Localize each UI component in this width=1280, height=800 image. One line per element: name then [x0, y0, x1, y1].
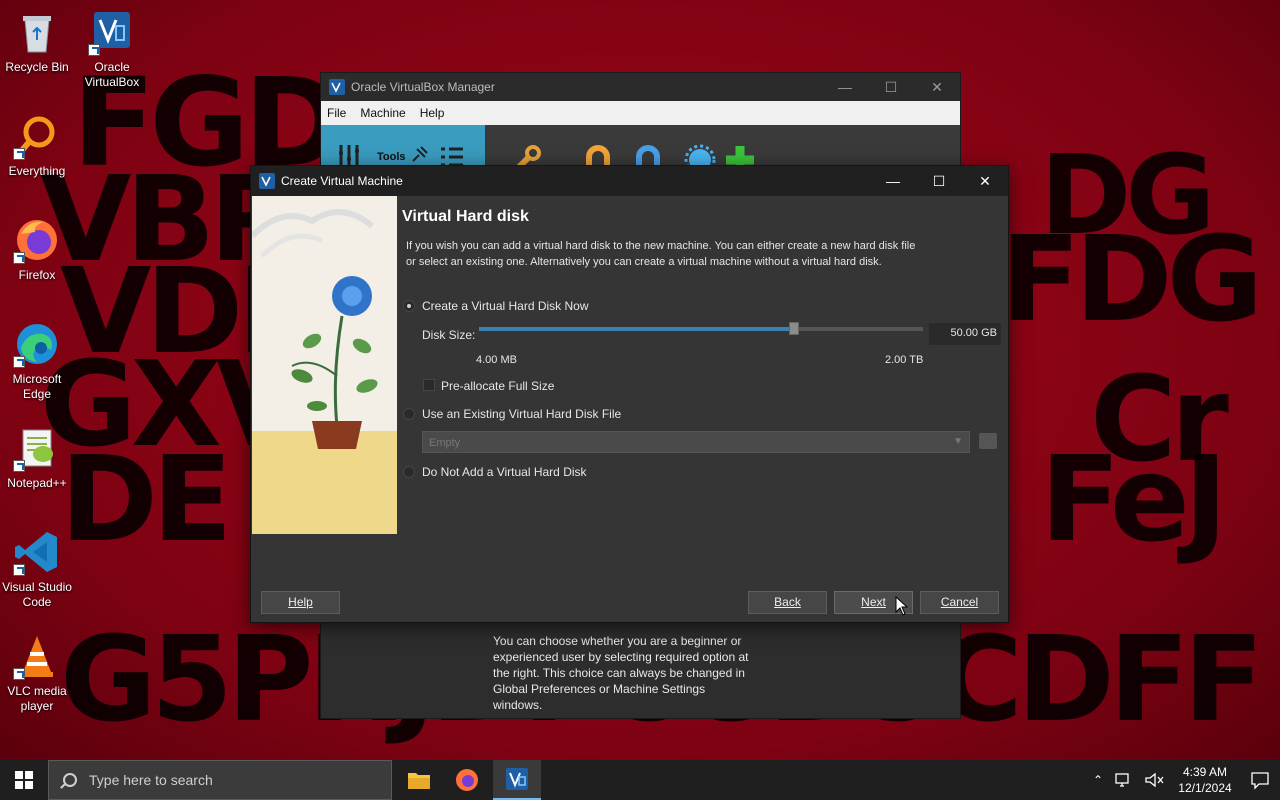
do-not-add-label[interactable]: Do Not Add a Virtual Hard Disk: [422, 465, 587, 479]
slider-max-label: 2.00 TB: [885, 354, 924, 366]
slider-handle[interactable]: [789, 322, 800, 335]
manager-menu-bar: File Machine Help: [321, 101, 960, 125]
slider-min-label: 4.00 MB: [476, 354, 517, 366]
existing-disk-select[interactable]: Empty ▼: [422, 431, 970, 453]
desktop-icon-edge[interactable]: Microsoft Edge: [0, 320, 74, 402]
create-vm-dialog: Create Virtual Machine — ☐ ✕ Virtual Har…: [250, 165, 1009, 623]
virtualbox-icon: [88, 8, 136, 56]
tools-label: Tools: [377, 151, 406, 163]
minimize-button[interactable]: —: [870, 166, 916, 196]
page-intro: If you wish you can add a virtual hard d…: [406, 240, 916, 268]
menu-file[interactable]: File: [327, 106, 346, 120]
volume-muted-icon[interactable]: [1144, 772, 1166, 788]
close-button[interactable]: ✕: [962, 166, 1008, 196]
taskbar-firefox[interactable]: [443, 760, 491, 800]
start-button[interactable]: [0, 760, 48, 800]
desktop-icon-recycle-bin[interactable]: Recycle Bin: [0, 8, 74, 75]
desktop-icon-label: VLC media player: [7, 684, 67, 713]
wallpaper-text: DE: [60, 430, 233, 568]
folder-icon: [408, 773, 430, 789]
desktop-icon-label: Everything: [8, 164, 66, 178]
desktop-icon-everything[interactable]: Everything: [0, 112, 74, 179]
back-button[interactable]: Back: [748, 591, 827, 614]
desktop-icon-label: Visual Studio Code: [2, 580, 72, 609]
menu-help[interactable]: Help: [420, 106, 445, 120]
taskbar-file-explorer[interactable]: [395, 760, 443, 800]
taskbar: Type here to search ⌃ 4:39 AM 12/1/2024: [0, 760, 1280, 800]
close-button[interactable]: ✕: [914, 73, 960, 101]
desktop-icon-virtualbox[interactable]: Oracle VirtualBox: [75, 8, 149, 90]
folder-browse-icon[interactable]: [979, 433, 997, 449]
create-disk-label[interactable]: Create a Virtual Hard Disk Now: [422, 299, 589, 313]
desktop-icon-vlc[interactable]: VLC media player: [0, 632, 74, 714]
network-icon[interactable]: [1114, 772, 1136, 788]
search-icon: [63, 773, 77, 787]
chevron-down-icon: ▼: [953, 436, 963, 447]
virtualbox-icon: [259, 173, 275, 189]
use-existing-label[interactable]: Use an Existing Virtual Hard Disk File: [422, 407, 621, 421]
desktop-icon-label: Firefox: [18, 268, 56, 282]
desktop-icon-label: Recycle Bin: [5, 60, 69, 74]
taskbar-search-box[interactable]: Type here to search: [48, 760, 392, 800]
desktop-icon-label: Oracle VirtualBox: [84, 60, 140, 89]
preallocate-checkbox[interactable]: [423, 379, 435, 391]
disk-size-slider[interactable]: [479, 322, 923, 335]
notepadpp-icon: [13, 424, 61, 472]
virtualbox-icon: [329, 79, 345, 95]
desktop-icon-label: Microsoft Edge: [12, 372, 62, 401]
maximize-button[interactable]: ☐: [916, 166, 962, 196]
manager-description: You can choose whether you are a beginne…: [493, 634, 749, 712]
windows-icon: [15, 771, 33, 789]
chevron-up-icon[interactable]: ⌃: [1086, 773, 1110, 787]
slider-fill: [479, 327, 795, 331]
desktop-icon-firefox[interactable]: Firefox: [0, 216, 74, 283]
wallpaper-text: DG: [1040, 131, 1216, 259]
create-disk-radio[interactable]: [403, 300, 415, 312]
search-placeholder: Type here to search: [89, 772, 213, 788]
menu-machine[interactable]: Machine: [360, 106, 405, 120]
disk-size-label: Disk Size:: [422, 328, 476, 342]
preallocate-label[interactable]: Pre-allocate Full Size: [441, 379, 554, 393]
desktop-icon-label: Notepad++: [7, 476, 67, 490]
taskbar-virtualbox[interactable]: [493, 760, 541, 800]
use-existing-radio[interactable]: [403, 408, 415, 420]
recycle-bin-icon: [13, 8, 61, 56]
clock-date: 12/1/2024: [1178, 781, 1232, 795]
existing-disk-value: Empty: [429, 437, 461, 449]
virtualbox-icon: [506, 768, 528, 790]
wallpaper-text: FeJ: [1040, 430, 1228, 568]
firefox-icon: [13, 216, 61, 264]
desktop-icon-notepadpp[interactable]: Notepad++: [0, 424, 74, 491]
cancel-button[interactable]: Cancel: [920, 591, 999, 614]
system-tray: ⌃ 4:39 AM 12/1/2024: [1086, 760, 1280, 800]
pin-icon: [412, 146, 428, 162]
wizard-illustration: [252, 196, 397, 534]
page-heading: Virtual Hard disk: [402, 208, 529, 225]
do-not-add-radio[interactable]: [403, 466, 415, 478]
everything-icon: [13, 112, 61, 160]
desktop-icon-vscode[interactable]: Visual Studio Code: [0, 528, 74, 610]
firefox-icon: [456, 769, 478, 791]
minimize-button[interactable]: —: [822, 73, 868, 101]
vscode-icon: [13, 528, 61, 576]
taskbar-clock[interactable]: 4:39 AM 12/1/2024: [1170, 764, 1240, 796]
disk-size-input[interactable]: 50.00 GB: [929, 323, 1001, 345]
edge-icon: [13, 320, 61, 368]
wallpaper-text: FDG: [1000, 210, 1263, 348]
help-button[interactable]: Help: [261, 591, 340, 614]
clock-time: 4:39 AM: [1182, 765, 1228, 779]
manager-title: Oracle VirtualBox Manager: [351, 80, 495, 94]
dialog-title: Create Virtual Machine: [281, 174, 403, 188]
vlc-icon: [13, 632, 61, 680]
notifications-icon[interactable]: [1240, 770, 1280, 790]
maximize-button[interactable]: ☐: [868, 73, 914, 101]
wallpaper-text: Cr: [1090, 350, 1229, 488]
mouse-cursor-icon: [895, 596, 909, 616]
